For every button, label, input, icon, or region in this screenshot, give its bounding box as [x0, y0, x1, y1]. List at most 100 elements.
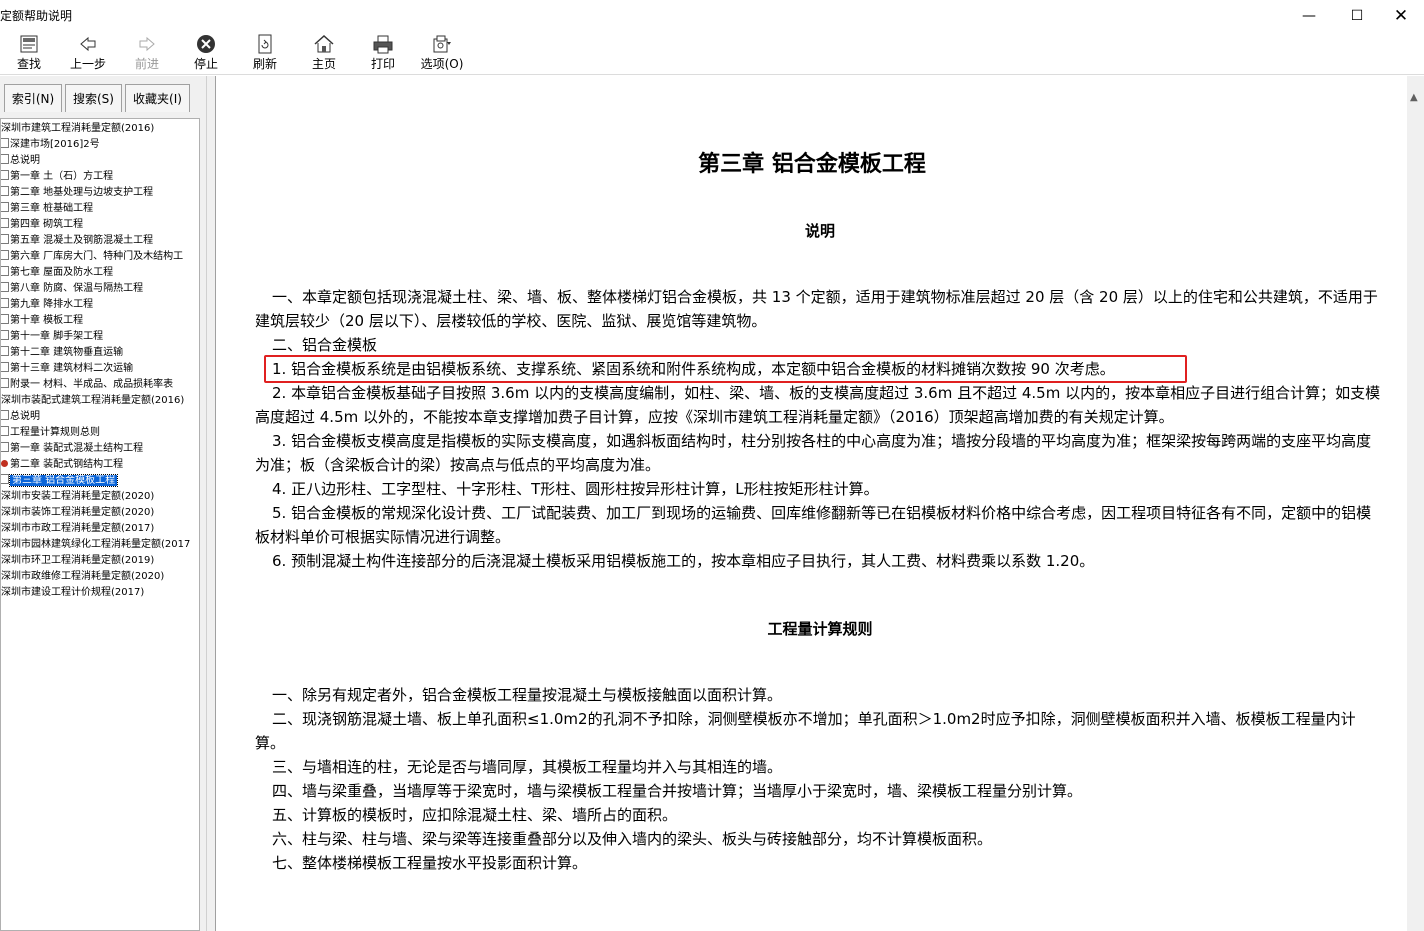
rule-paragraph: 四、墙与梁重叠，当墙厚等于梁宽时，墙与梁模板工程量合并按墙计算；当墙厚小于梁宽时…: [272, 782, 1083, 800]
page-icon: [1, 202, 9, 212]
minimize-button[interactable]: —: [1286, 0, 1332, 31]
tree-item[interactable]: 深圳市建筑工程消耗量定额(2016): [1, 121, 154, 137]
page-icon: [1, 250, 9, 260]
section-title-notes: 说明: [804, 222, 835, 240]
navigation-pane: 索引(N) 搜索(S) 收藏夹(I) 深圳市建筑工程消耗量定额(2016) 深建…: [0, 76, 206, 931]
page-icon: [1, 378, 9, 388]
options-button[interactable]: 选项(O): [417, 33, 467, 73]
tree-item[interactable]: 工程量计算规则总则: [1, 425, 100, 441]
tree-item[interactable]: 深圳市建设工程计价规程(2017): [1, 585, 144, 601]
print-button[interactable]: 打印: [358, 33, 408, 73]
paragraph: 5. 铝合金模板的常规深化设计费、工厂试配装费、加工厂到现场的运输费、回库维修翻…: [255, 504, 1372, 546]
title-bar: 定额帮助说明 — ☐ ✕: [0, 0, 1424, 31]
rule-paragraph: 一、除另有规定者外，铝合金模板工程量按混凝土与模板接触面以面积计算。: [272, 686, 783, 704]
page-icon: [1, 330, 9, 340]
stop-label: 停止: [193, 57, 218, 71]
document-view: 第三章 铝合金模板工程 说明 一、本章定额包括现浇混凝土柱、梁、墙、板、整体楼梯…: [217, 76, 1407, 931]
tree-item[interactable]: 深圳市装配式建筑工程消耗量定额(2016): [1, 393, 184, 409]
page-icon: [1, 410, 9, 420]
tree-item-selected[interactable]: 第三章 铝合金模板工程: [1, 473, 119, 489]
home-button[interactable]: 主页: [299, 33, 349, 73]
stop-button[interactable]: 停止: [181, 33, 231, 73]
tree-item[interactable]: 第十三章 建筑材料二次运输: [1, 361, 133, 377]
rule-paragraph: 三、与墙相连的柱，无论是否与墙同厚，其模板工程量均并入与其相连的墙。: [272, 758, 783, 776]
tree-item[interactable]: 第十二章 建筑物垂直运输: [1, 345, 123, 361]
tree-item[interactable]: 深圳市装饰工程消耗量定额(2020): [1, 505, 154, 521]
rule-paragraph: 六、柱与梁、柱与墙、梁与梁等连接重叠部分以及伸入墙内的梁头、板头与砖接触部分，均…: [272, 830, 993, 848]
back-label: 上一步: [69, 57, 106, 71]
forward-button[interactable]: 前进: [122, 33, 172, 73]
contents-tree: 深圳市建筑工程消耗量定额(2016) 深建市场[2016]2号 总说明 第一章 …: [0, 118, 200, 931]
refresh-label: 刷新: [252, 57, 277, 71]
close-button[interactable]: ✕: [1378, 0, 1424, 31]
tree-item[interactable]: 深建市场[2016]2号: [1, 137, 100, 153]
tree-item[interactable]: 深圳市环卫工程消耗量定额(2019): [1, 553, 154, 569]
page-icon: [1, 154, 9, 164]
page-icon: [1, 314, 9, 324]
tab-favorites[interactable]: 收藏夹(I): [125, 84, 190, 112]
page-icon: [1, 234, 9, 244]
tree-item[interactable]: 第十章 模板工程: [1, 313, 83, 329]
tree-item[interactable]: 第七章 屋面及防水工程: [1, 265, 113, 281]
tree-item[interactable]: 深圳市园林建筑绿化工程消耗量定额(2017: [1, 537, 190, 553]
chapter-title: 第三章 铝合金模板工程: [698, 151, 926, 177]
home-icon: [314, 34, 334, 53]
tree-item[interactable]: 第六章 厂库房大门、特种门及木结构工: [1, 249, 183, 265]
printer-icon: [373, 35, 393, 54]
tab-index[interactable]: 索引(N): [4, 84, 62, 112]
pane-splitter[interactable]: [206, 76, 216, 931]
tab-search[interactable]: 搜索(S): [65, 84, 122, 112]
paragraph: 6. 预制混凝土构件连接部分的后浇混凝土模板采用铝模板施工的，按本章相应子目执行…: [272, 552, 1095, 570]
stop-icon: [197, 35, 215, 53]
tree-item[interactable]: 第一章 土（石）方工程: [1, 169, 113, 185]
page-icon: [1, 426, 9, 436]
home-label: 主页: [311, 57, 336, 71]
window-title: 定额帮助说明: [0, 9, 73, 23]
tree-item[interactable]: 深圳市安装工程消耗量定额(2020): [1, 489, 154, 505]
rule-paragraph: 五、计算板的模板时，应扣除混凝土柱、梁、墙所占的面积。: [272, 806, 678, 824]
highlight-box: [264, 355, 1187, 383]
forward-label: 前进: [134, 57, 159, 71]
paragraph: 二、铝合金模板: [272, 336, 378, 354]
page-icon: [1, 298, 9, 308]
find-button[interactable]: 查找: [4, 33, 54, 73]
rule-paragraph: 二、现浇钢筋混凝土墙、板上单孔面积≤1.0m2的孔洞不予扣除，洞侧壁模板亦不增加…: [255, 710, 1356, 752]
tree-item[interactable]: 第四章 砌筑工程: [1, 217, 83, 233]
tree-item[interactable]: 附录一 材料、半成品、成品损耗率表: [1, 377, 173, 393]
find-icon: [20, 35, 38, 53]
tree-item[interactable]: 深圳市市政工程消耗量定额(2017): [1, 521, 154, 537]
page-icon: [1, 442, 9, 452]
tree-item[interactable]: 第二章 地基处理与边坡支护工程: [1, 185, 153, 201]
tree-item[interactable]: 第八章 防腐、保温与隔热工程: [1, 281, 143, 297]
tree-item[interactable]: 深圳市政维修工程消耗量定额(2020): [1, 569, 164, 585]
bullet-icon: [1, 460, 8, 467]
back-button[interactable]: 上一步: [63, 33, 113, 73]
maximize-button[interactable]: ☐: [1334, 0, 1380, 31]
refresh-button[interactable]: 刷新: [240, 33, 290, 73]
print-label: 打印: [370, 57, 395, 71]
section-title-rules: 工程量计算规则: [767, 620, 873, 638]
paragraph: 一、本章定额包括现浇混凝土柱、梁、墙、板、整体楼梯灯铝合金模板，共 13 个定额…: [255, 288, 1378, 330]
tree-item[interactable]: 第一章 装配式混凝土结构工程: [1, 441, 143, 457]
tree-item[interactable]: 第九章 降排水工程: [1, 297, 93, 313]
tree-item[interactable]: 总说明: [1, 409, 40, 425]
find-label: 查找: [16, 57, 41, 71]
tree-item[interactable]: 第五章 混凝土及钢筋混凝土工程: [1, 233, 153, 249]
tree-item[interactable]: 第十一章 脚手架工程: [1, 329, 103, 345]
options-label: 选项(O): [420, 57, 464, 71]
back-arrow-icon: [80, 36, 96, 52]
toolbar: 查找 上一步 前进 停止 刷新 主页 打印 选项(O): [0, 31, 1424, 75]
scroll-up-arrow-icon[interactable]: ▲: [1410, 92, 1418, 103]
vertical-scrollbar[interactable]: ▲: [1407, 76, 1424, 931]
page-icon: [1, 138, 9, 148]
page-icon: [1, 346, 9, 356]
tree-item[interactable]: 第三章 桩基础工程: [1, 201, 93, 217]
page-icon: [1, 218, 9, 228]
options-icon: [433, 35, 451, 53]
tree-item[interactable]: 总说明: [1, 153, 40, 169]
refresh-icon: [258, 34, 272, 54]
page-icon: [1, 362, 9, 372]
paragraph: 2. 本章铝合金模板基础子目按照 3.6m 以内的支模高度编制，如柱、梁、墙、板…: [255, 384, 1381, 426]
page-icon: [1, 186, 9, 196]
tree-item[interactable]: 第二章 装配式钢结构工程: [1, 457, 123, 473]
